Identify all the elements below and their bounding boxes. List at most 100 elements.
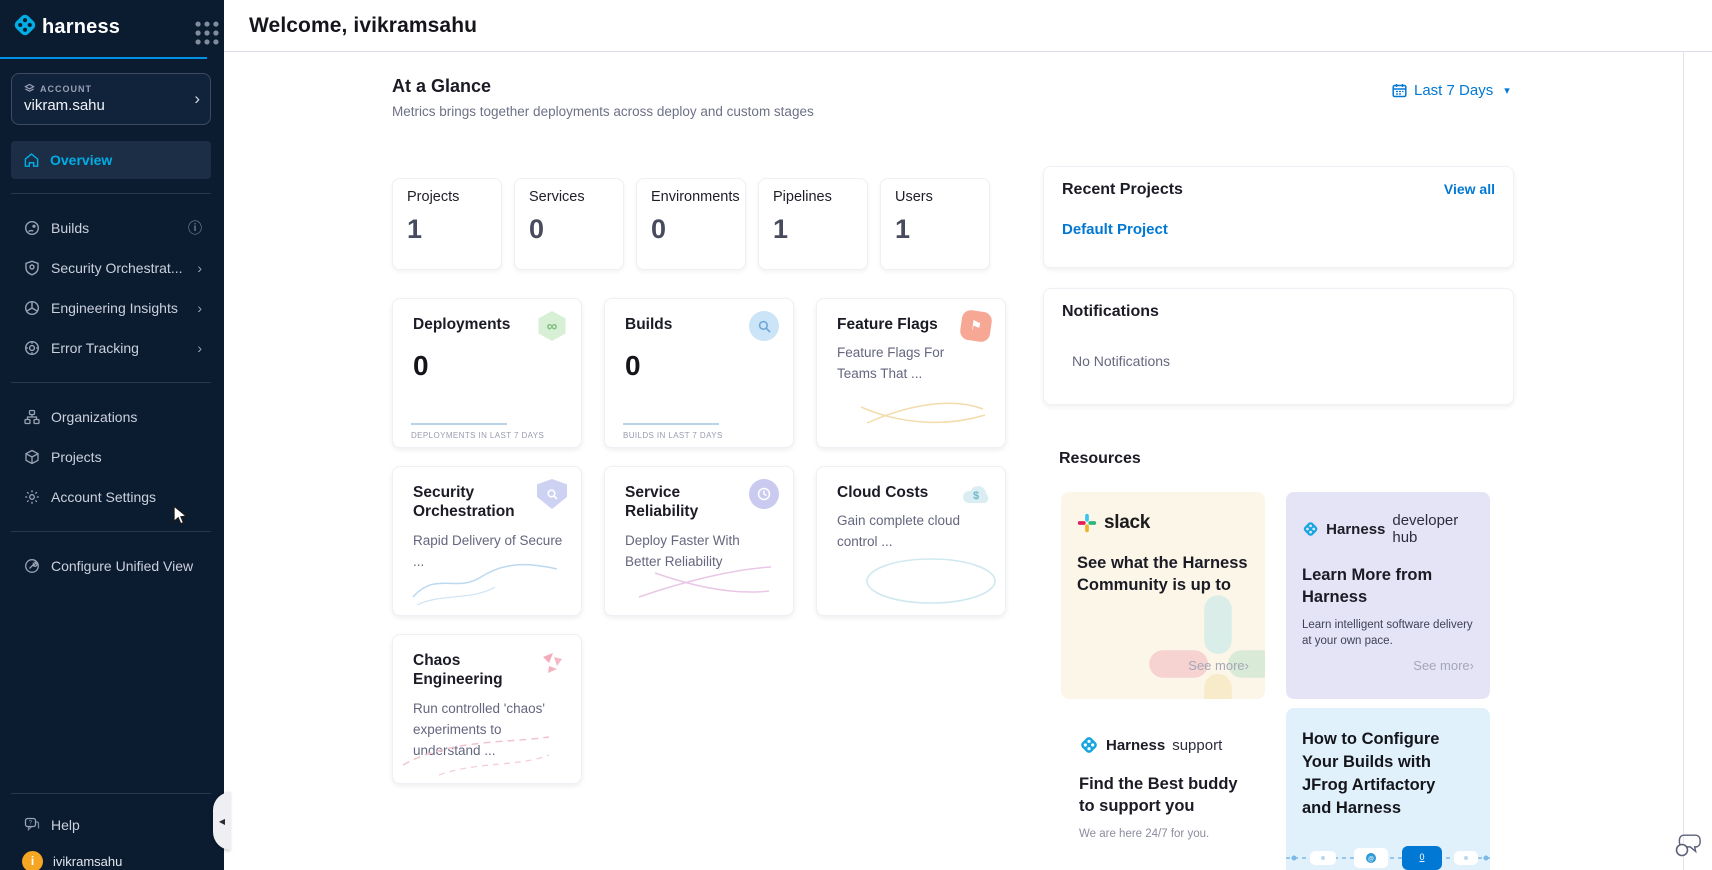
stat-label: Users [895,189,989,205]
divider [11,531,211,532]
slack-resource-card[interactable]: slack See what the Harness Community is … [1061,492,1265,699]
card-value: 0 [625,350,779,382]
module-grid-icon[interactable] [194,20,210,36]
shield-icon [24,260,40,276]
devhub-card-desc: Learn intelligent software delivery at y… [1302,617,1474,650]
user-menu[interactable]: i ivikramsahu [0,842,224,870]
info-icon[interactable]: ⓘ [188,218,202,238]
sidebar-item-error-tracking[interactable]: Error Tracking › [0,328,224,368]
brand-suffix: support [1172,737,1222,754]
support-resource-card[interactable]: Harness support Find the Best buddy to s… [1061,715,1265,870]
card-security-orchestration[interactable]: Security Orchestration Rapid Delivery of… [392,466,582,616]
main-area: Welcome, ivikramsahu At a Glance Metrics… [224,0,1712,870]
card-cloud-costs[interactable]: Cloud Costs $ Gain complete cloud contro… [816,466,1006,616]
jfrog-resource-card[interactable]: How to Configure Your Builds with JFrog … [1286,708,1490,870]
builds-icon [749,311,779,341]
calendar-icon [1392,83,1407,98]
card-service-reliability[interactable]: Service Reliability Deploy Faster With B… [604,466,794,616]
account-icon [24,83,35,94]
brand-name: Harness [1326,521,1385,538]
sidebar-collapse-handle[interactable]: ◀ [213,792,231,850]
card-desc: Feature Flags For Teams That ... [837,343,987,385]
sidebar-item-projects[interactable]: Projects [0,437,224,477]
pipeline-node-label: 0 [1419,852,1424,862]
sidebar: harness ACCOUNT vikram.sahu › Overview B… [0,0,224,870]
card-footnote: BUILDS IN LAST 7 DAYS [623,431,723,440]
harness-logo-icon [1302,519,1319,539]
scrollbar-track[interactable] [1683,52,1684,870]
gear-icon [24,489,40,505]
stat-card-environments[interactable]: Environments 0 [636,178,746,270]
sidebar-item-label: Builds [51,220,89,236]
sidebar-item-label: Error Tracking [51,340,139,356]
feature-flags-icon: ⚑ [959,309,993,343]
card-title: Deployments [413,315,533,334]
stat-value: 0 [651,214,745,245]
card-deployments[interactable]: Deployments ∞ 0 DEPLOYMENTS IN LAST 7 DA… [392,298,582,448]
sidebar-item-label: Overview [50,152,112,168]
project-link-default-project[interactable]: Default Project [1062,221,1495,238]
notifications-empty-text: No Notifications [1072,353,1495,369]
card-desc: Gain complete cloud control ... [837,511,987,553]
sidebar-item-overview[interactable]: Overview [11,141,211,179]
sidebar-item-configure-unified-view[interactable]: Configure Unified View [0,546,224,586]
notifications-title: Notifications [1062,303,1495,321]
sparkline [623,423,719,425]
card-feature-flags[interactable]: Feature Flags ⚑ Feature Flags For Teams … [816,298,1006,448]
account-selector[interactable]: ACCOUNT vikram.sahu › [11,73,211,125]
stat-card-users[interactable]: Users 1 [880,178,990,270]
date-range-dropdown[interactable]: Last 7 Days ▾ [1392,82,1510,99]
sidebar-item-label: Security Orchestrat... [51,260,182,276]
user-name: ivikramsahu [53,854,122,869]
divider [11,382,211,383]
page-title: Welcome, ivikramsahu [249,14,477,38]
chat-support-icon[interactable] [1674,828,1704,858]
page-header: Welcome, ivikramsahu [224,0,1712,52]
slack-wordmark: slack [1104,512,1150,534]
divider [11,793,211,794]
harness-logo-icon [12,12,38,43]
sidebar-item-builds[interactable]: Builds ⓘ [0,208,224,248]
decorative-squiggle [857,391,987,431]
sidebar-item-label: Configure Unified View [51,558,193,574]
sidebar-item-help[interactable]: ? Help [0,808,224,842]
stat-label: Pipelines [773,189,867,205]
card-chaos-engineering[interactable]: Chaos Engineering Run controlled 'chaos'… [392,634,582,784]
sidebar-item-label: Projects [51,449,102,465]
support-card-heading: Find the Best buddy to support you [1079,773,1249,818]
sidebar-item-security-orchestration[interactable]: Security Orchestrat... › [0,248,224,288]
help-chat-icon: ? [24,817,40,833]
cloud-costs-icon: $ [961,479,991,509]
stat-card-pipelines[interactable]: Pipelines 1 [758,178,868,270]
caret-down-icon: ▾ [1504,84,1510,97]
card-title: Cloud Costs [837,483,957,502]
collapse-arrow-icon: ◀ [219,817,225,826]
deployments-icon: ∞ [537,311,567,341]
svg-text:$: $ [973,490,979,502]
card-footnote: DEPLOYMENTS IN LAST 7 DAYS [411,431,544,440]
view-all-link[interactable]: View all [1444,181,1495,197]
slack-watermark-icon [1143,589,1265,699]
stat-value: 1 [773,214,867,245]
brand-wordmark: harness [42,16,194,39]
avatar: i [22,851,43,870]
card-desc: Rapid Delivery of Secure ... [413,531,563,573]
error-tracking-icon [24,340,40,356]
chevron-right-icon: › [194,89,200,109]
sidebar-item-account-settings[interactable]: Account Settings [0,477,224,517]
jfrog-card-heading: How to Configure Your Builds with JFrog … [1302,728,1462,820]
card-title: Chaos Engineering [413,651,533,690]
card-title: Builds [625,315,745,334]
stat-card-projects[interactable]: Projects 1 [392,178,502,270]
see-more-link[interactable]: See more› [1413,658,1474,673]
card-builds[interactable]: Builds 0 BUILDS IN LAST 7 DAYS [604,298,794,448]
arrow-right-icon: › [1470,658,1474,673]
stat-card-services[interactable]: Services 0 [514,178,624,270]
sidebar-item-label: Engineering Insights [51,300,178,316]
cube-icon [24,449,40,465]
see-more-link[interactable]: See more› [1188,658,1249,673]
sidebar-item-organizations[interactable]: Organizations [0,397,224,437]
sidebar-item-engineering-insights[interactable]: Engineering Insights › [0,288,224,328]
developer-hub-resource-card[interactable]: Harness developer hub Learn More from Ha… [1286,492,1490,699]
sidebar-item-label: Organizations [51,409,137,425]
